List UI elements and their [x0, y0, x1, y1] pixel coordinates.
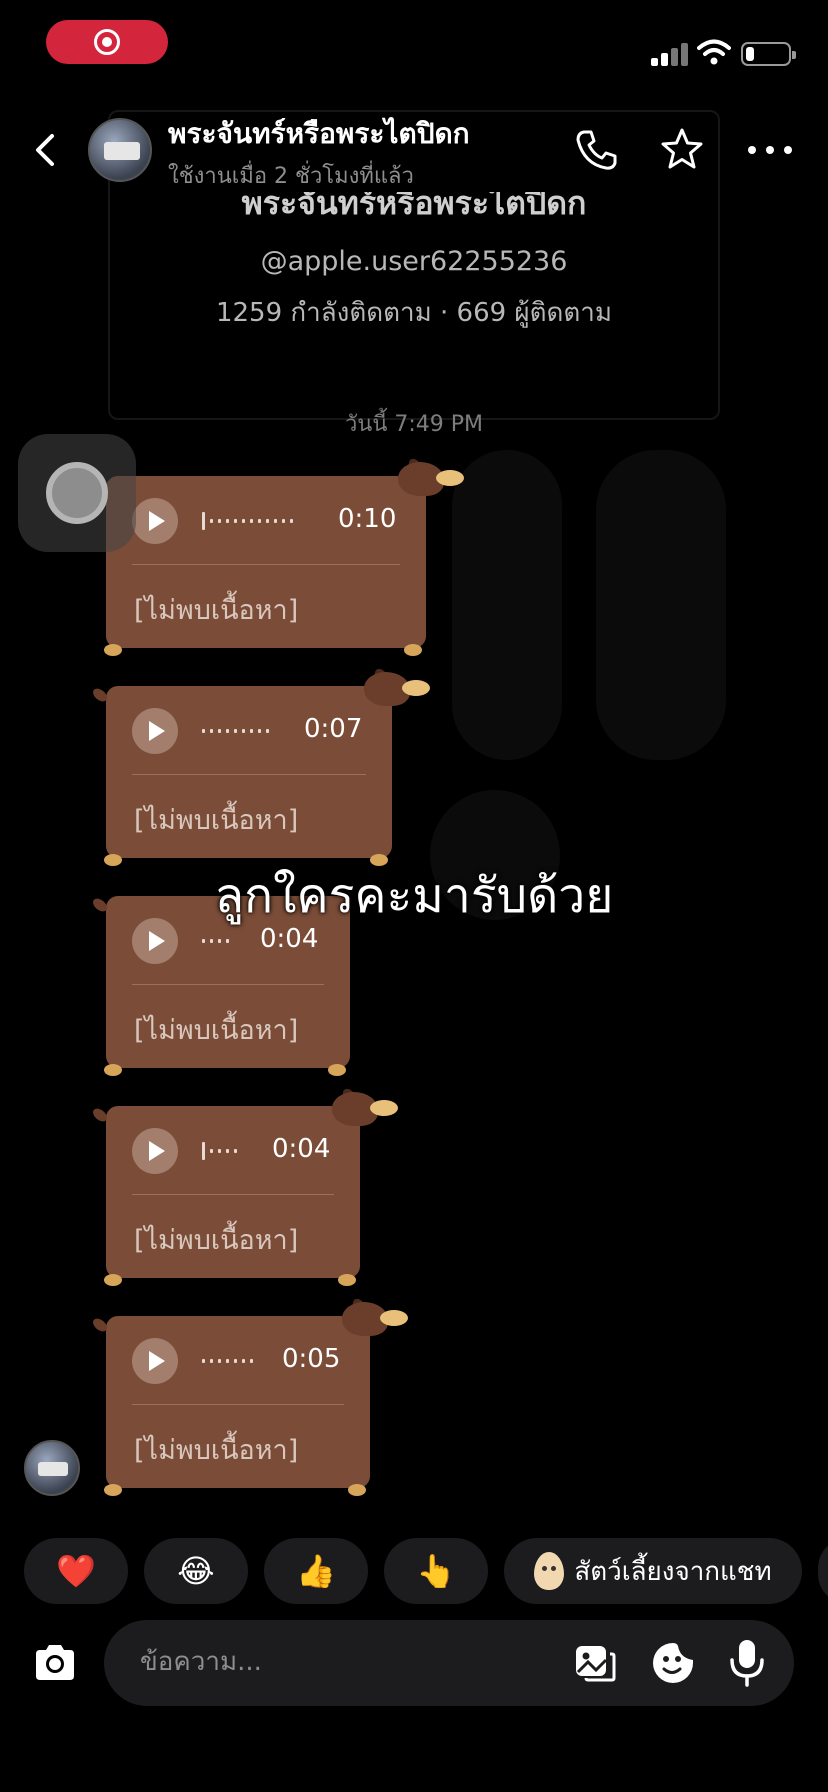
play-button[interactable]: [132, 1128, 178, 1174]
message-caption: [ไม่พบเนื้อหา]: [134, 1225, 299, 1256]
audio-waveform: [202, 934, 229, 948]
audio-waveform: [202, 1354, 253, 1368]
play-icon: [149, 1141, 165, 1161]
laughing-emoji: 😂: [177, 1552, 215, 1590]
chat-pet-label: สัตว์เลี้ยงจากแชท: [574, 1556, 772, 1587]
screen-record-icon[interactable]: [46, 20, 168, 64]
message-caption: [ไม่พบเนื้อหา]: [134, 1435, 299, 1466]
audio-duration: 0:07: [304, 714, 363, 744]
point-up-emoji: 👆: [416, 1552, 456, 1590]
message-caption: [ไม่พบเนื้อหา]: [134, 805, 299, 836]
background-ghost-panel: [452, 450, 562, 760]
play-icon: [149, 511, 165, 531]
voice-message[interactable]: 0:05 [ไม่พบเนื้อหา]: [90, 1296, 408, 1496]
play-icon: [149, 721, 165, 741]
phone-icon[interactable]: [572, 126, 620, 174]
reaction-heart[interactable]: ❤️: [24, 1538, 128, 1604]
play-button[interactable]: [132, 708, 178, 754]
message-caption: [ไม่พบเนื้อหา]: [134, 595, 299, 626]
profile-handle: @apple.user62255236: [260, 246, 568, 277]
gallery-icon[interactable]: [572, 1640, 618, 1686]
audio-waveform: [202, 1142, 237, 1160]
play-button[interactable]: [132, 1338, 178, 1384]
reaction-laugh[interactable]: 😂: [144, 1538, 248, 1604]
back-icon[interactable]: [28, 128, 64, 172]
voice-message[interactable]: 0:04 [ไม่พบเนื้อหา]: [90, 1086, 398, 1286]
message-composer: [104, 1620, 794, 1706]
chat-pet-chip[interactable]: สัตว์เลี้ยงจากแชท: [504, 1538, 802, 1604]
date-separator: วันนี้ 7:49 PM: [344, 412, 484, 437]
thumbs-up-emoji: 👍: [296, 1552, 336, 1590]
more-icon[interactable]: [748, 140, 792, 160]
audio-duration: 0:05: [282, 1344, 341, 1374]
profile-stats: 1259 กำลังติดตาม · 669 ผู้ติดตาม: [215, 298, 613, 328]
battery-icon: [741, 42, 796, 66]
last-active-status: ใช้งานเมื่อ 2 ชั่วโมงที่แล้ว: [168, 164, 414, 189]
wifi-icon: [697, 39, 731, 65]
reaction-thumbs-up[interactable]: 👍: [264, 1538, 368, 1604]
reaction-chip-overflow[interactable]: [818, 1538, 828, 1604]
voice-message[interactable]: 0:07 [ไม่พบเนื้อหา]: [90, 666, 430, 866]
microphone-icon[interactable]: [726, 1638, 768, 1688]
audio-duration: 0:10: [338, 504, 397, 534]
video-overlay-caption: ลูกใครคะมารับด้วย: [214, 868, 614, 924]
play-button[interactable]: [132, 498, 178, 544]
heart-emoji: ❤️: [56, 1552, 96, 1590]
avatar[interactable]: [88, 118, 152, 182]
status-bar: [0, 0, 828, 100]
audio-waveform: [202, 724, 269, 738]
message-caption: [ไม่พบเนื้อหา]: [134, 1015, 299, 1046]
sticker-icon[interactable]: [650, 1640, 696, 1686]
background-ghost-panel: [596, 450, 726, 760]
assistive-touch-button[interactable]: [18, 434, 136, 552]
profile-name: พระจันทร์หรือพระไตปิดก: [241, 192, 587, 220]
message-input[interactable]: [140, 1642, 520, 1682]
play-icon: [149, 931, 165, 951]
egg-pet-icon: [534, 1552, 565, 1590]
play-icon: [149, 1351, 165, 1371]
audio-duration: 0:04: [272, 1134, 331, 1164]
contact-name[interactable]: พระจันทร์หรือพระไตปิดก: [168, 112, 470, 156]
reaction-point-up[interactable]: 👆: [384, 1538, 488, 1604]
voice-message[interactable]: 0:10 [ไม่พบเนื้อหา]: [90, 456, 464, 656]
battery-level: [746, 47, 754, 61]
quick-reactions-bar: ❤️ 😂 👍 👆 สัตว์เลี้ยงจากแชท: [24, 1538, 828, 1604]
cellular-signal-icon: [651, 42, 691, 66]
camera-icon[interactable]: [30, 1638, 80, 1688]
star-icon[interactable]: [658, 126, 706, 174]
audio-waveform: [202, 512, 293, 530]
sender-avatar[interactable]: [24, 1440, 80, 1496]
